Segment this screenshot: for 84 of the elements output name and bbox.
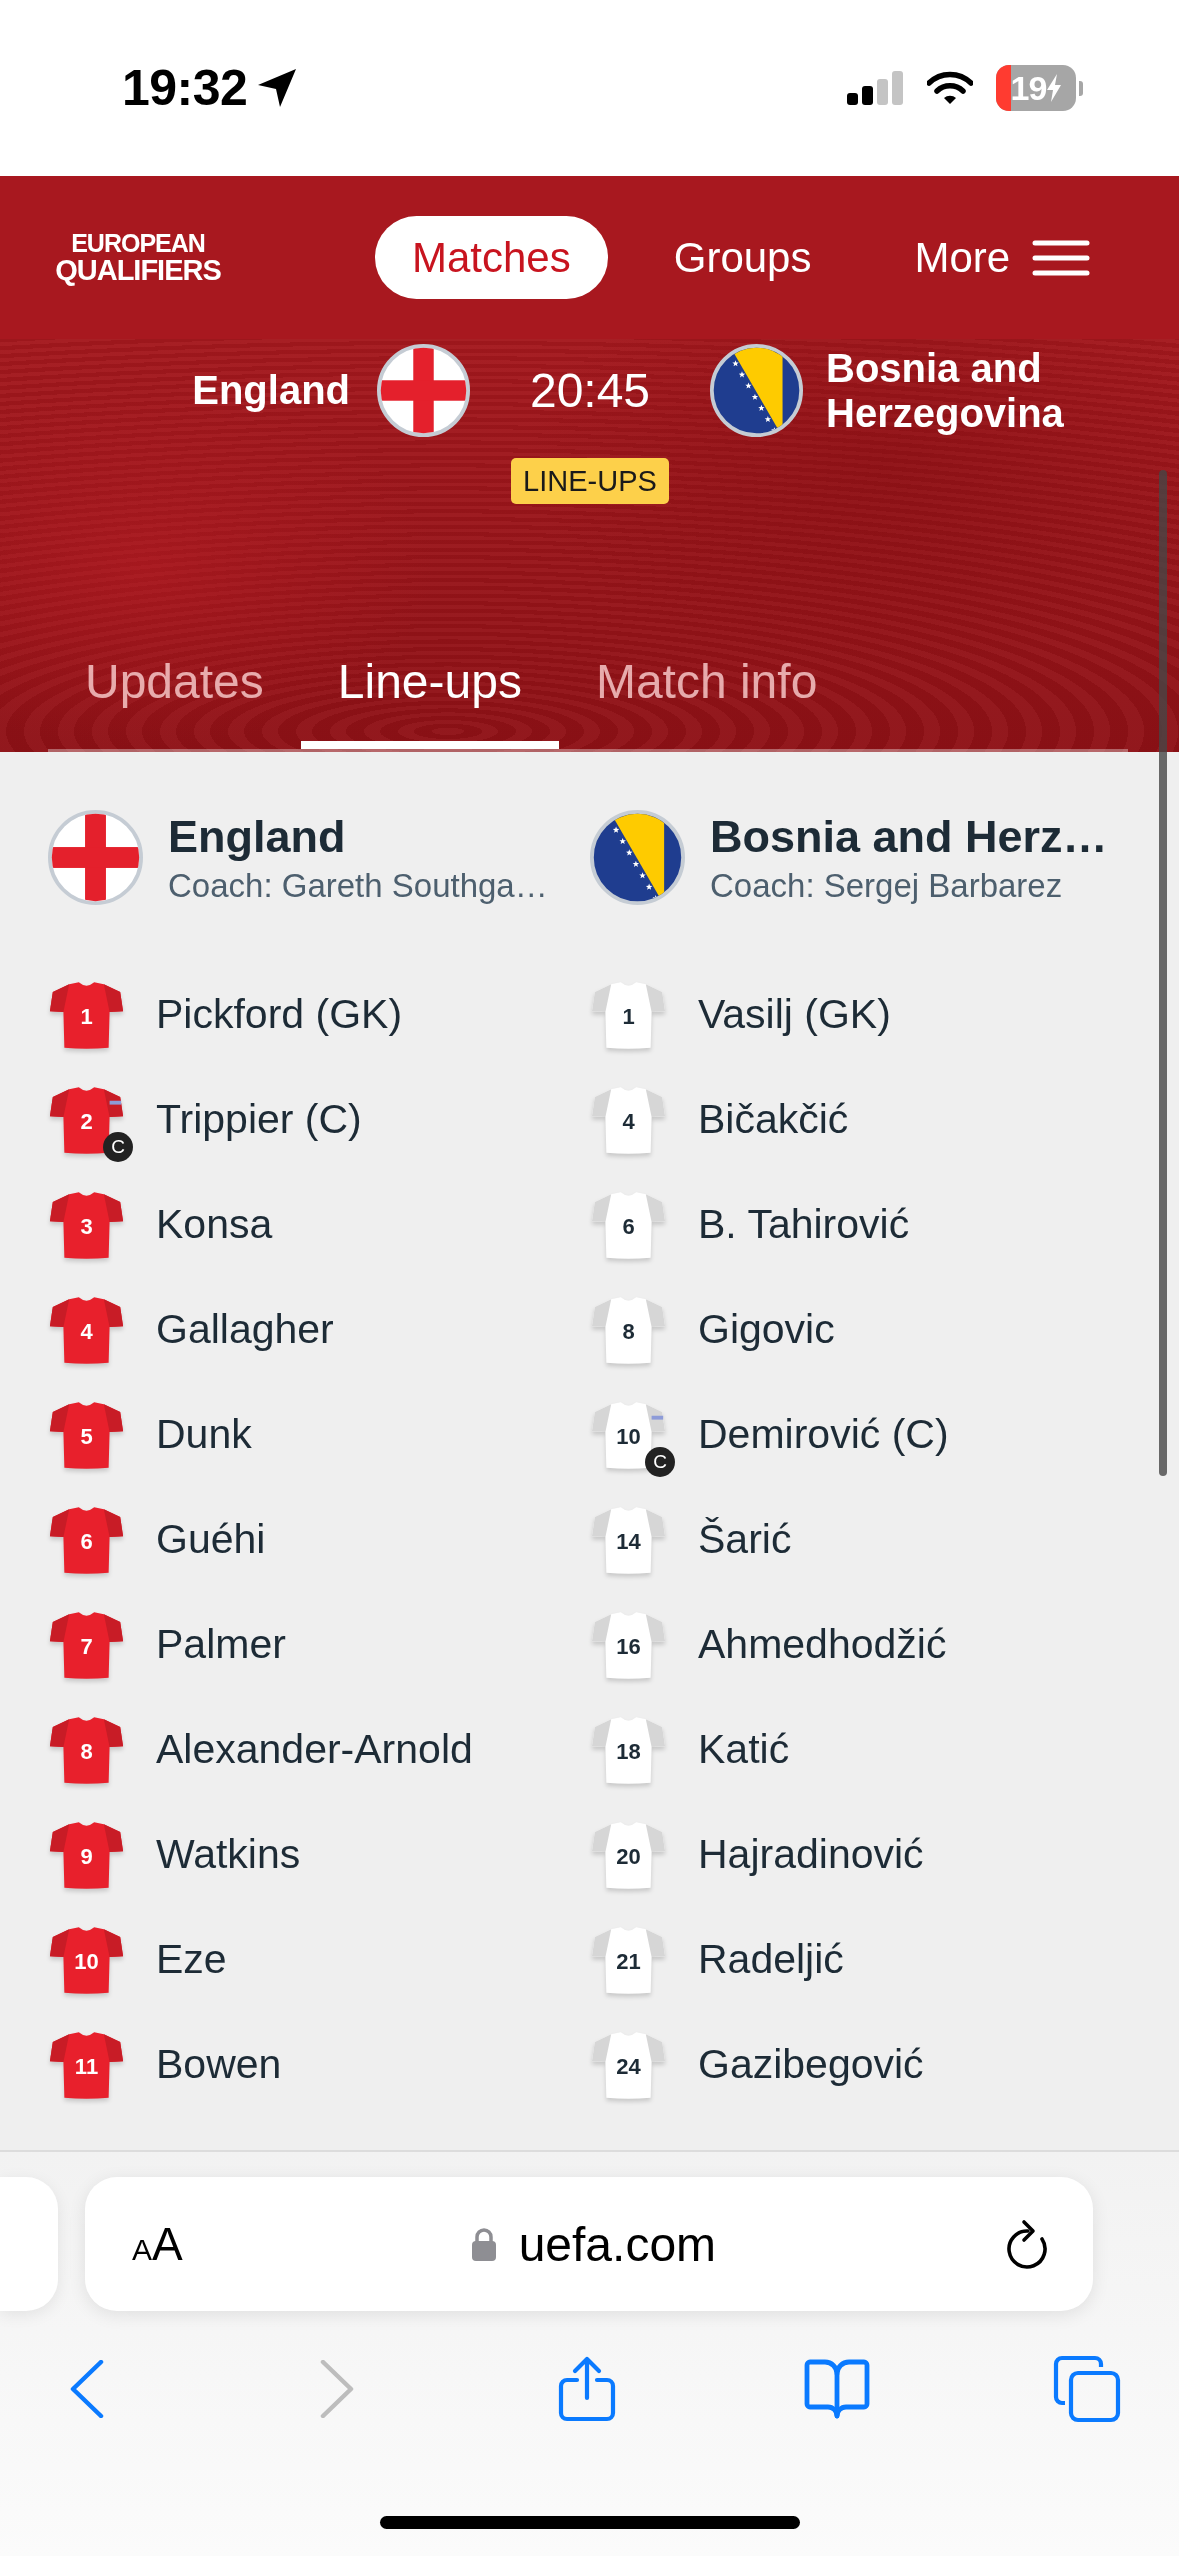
- battery-percentage: 19: [1010, 68, 1047, 108]
- shirt-number: 14: [616, 1529, 641, 1554]
- tabs-button[interactable]: [1053, 2355, 1121, 2423]
- player-name: Guéhi: [156, 1516, 266, 1563]
- nav-link[interactable]: Groups: [636, 216, 849, 299]
- player-name: B. Tahirović: [698, 1201, 910, 1248]
- player-name: Gallagher: [156, 1306, 334, 1353]
- away-team-name: Bosnia and Herzegovina: [826, 345, 1065, 436]
- shirt-number: 8: [80, 1739, 93, 1764]
- player-name: Bičakčić: [698, 1096, 849, 1143]
- player-name: Ahmedhodžić: [698, 1621, 947, 1668]
- nav-link[interactable]: Matches: [375, 216, 608, 299]
- lineups-status-badge: LINE-UPS: [511, 458, 669, 504]
- shirt-number: 24: [616, 2054, 641, 2079]
- shirt-number: 5: [80, 1424, 93, 1449]
- shirt-number: 7: [80, 1634, 93, 1659]
- england-flag-icon: [377, 344, 470, 437]
- shirt-number: 1: [622, 1004, 635, 1029]
- coach-name: Coach: Gareth Southga…: [168, 866, 548, 905]
- player-name: Palmer: [156, 1621, 286, 1668]
- menu-icon: [1032, 239, 1091, 276]
- status-time: 19:32: [122, 59, 248, 117]
- team-name: Bosnia and Herz…: [710, 810, 1108, 863]
- share-button[interactable]: [558, 2356, 616, 2422]
- player-name: Gazibegović: [698, 2041, 924, 2088]
- tabs-icon: [1053, 2355, 1121, 2423]
- player-name: Konsa: [156, 1201, 273, 1248]
- player-name: Eze: [156, 1936, 227, 1983]
- player-name: Alexander-Arnold: [156, 1726, 473, 1773]
- player-name: Radeljić: [698, 1936, 844, 1983]
- signal-icon: [847, 71, 904, 105]
- shirt-number: 10: [616, 1424, 641, 1449]
- shirt-number: 1: [80, 1004, 93, 1029]
- shirt-number: 4: [80, 1319, 93, 1344]
- captain-badge: C: [103, 1131, 133, 1162]
- bosnia-flag-icon: [710, 344, 803, 437]
- lock-icon: [470, 2227, 497, 2261]
- bosnia-flag-icon: [590, 810, 685, 905]
- player-name: Bowen: [156, 2041, 282, 2088]
- kickoff-time: 20:45: [528, 362, 652, 419]
- shirt-number: 8: [622, 1319, 635, 1344]
- shirt-number: 6: [622, 1214, 635, 1239]
- more-menu-button[interactable]: More: [877, 216, 1128, 299]
- player-name: Vasilj (GK): [698, 991, 891, 1038]
- shirt-number: 16: [616, 1634, 641, 1659]
- tab[interactable]: Updates: [48, 639, 301, 749]
- forward-icon: [320, 2360, 354, 2418]
- wifi-icon: [927, 71, 973, 105]
- player-name: Watkins: [156, 1831, 301, 1878]
- shirt-number: 10: [74, 1949, 99, 1974]
- player-name: Dunk: [156, 1411, 252, 1458]
- shirt-number: 18: [616, 1739, 641, 1764]
- shirt-number: 2: [80, 1109, 93, 1134]
- player-name: Pickford (GK): [156, 991, 403, 1038]
- shirt-number: 20: [616, 1844, 641, 1869]
- shirt-number: 21: [616, 1949, 641, 1974]
- url-text: uefa.com: [518, 2216, 717, 2272]
- location-arrow-icon: [257, 68, 298, 108]
- player-name: Demirović (C): [698, 1411, 949, 1458]
- player-name: Šarić: [698, 1516, 792, 1563]
- player-name: Gigovic: [698, 1306, 835, 1353]
- back-icon: [70, 2360, 104, 2418]
- shirt-number: 9: [80, 1844, 93, 1869]
- shirt-number: 11: [74, 2054, 99, 2079]
- battery-cap: [1079, 80, 1083, 96]
- player-name: Hajradinović: [698, 1831, 924, 1878]
- home-team-name: England: [192, 368, 350, 413]
- coach-name: Coach: Sergej Barbarez: [710, 866, 1064, 905]
- share-icon: [558, 2356, 616, 2422]
- page-menu-button[interactable]: AA: [132, 2221, 183, 2267]
- charging-bolt-icon: [1047, 74, 1062, 102]
- player-name: Trippier (C): [156, 1096, 362, 1143]
- competition-logo[interactable]: EUROPEAN QUALIFIERS: [48, 230, 228, 285]
- shirt-number: 6: [80, 1529, 93, 1554]
- low-battery-fill: [996, 65, 1011, 111]
- shirt-number: 4: [622, 1109, 635, 1134]
- tab[interactable]: Match info: [558, 639, 855, 749]
- england-flag-icon: [48, 810, 143, 905]
- shirt-number: 3: [80, 1214, 93, 1239]
- address-bar[interactable]: AA uefa.com: [85, 2177, 1093, 2311]
- player-name: Katić: [698, 1726, 790, 1773]
- captain-badge: C: [645, 1446, 675, 1477]
- team-name: England: [168, 810, 347, 863]
- back-button[interactable]: [70, 2360, 104, 2418]
